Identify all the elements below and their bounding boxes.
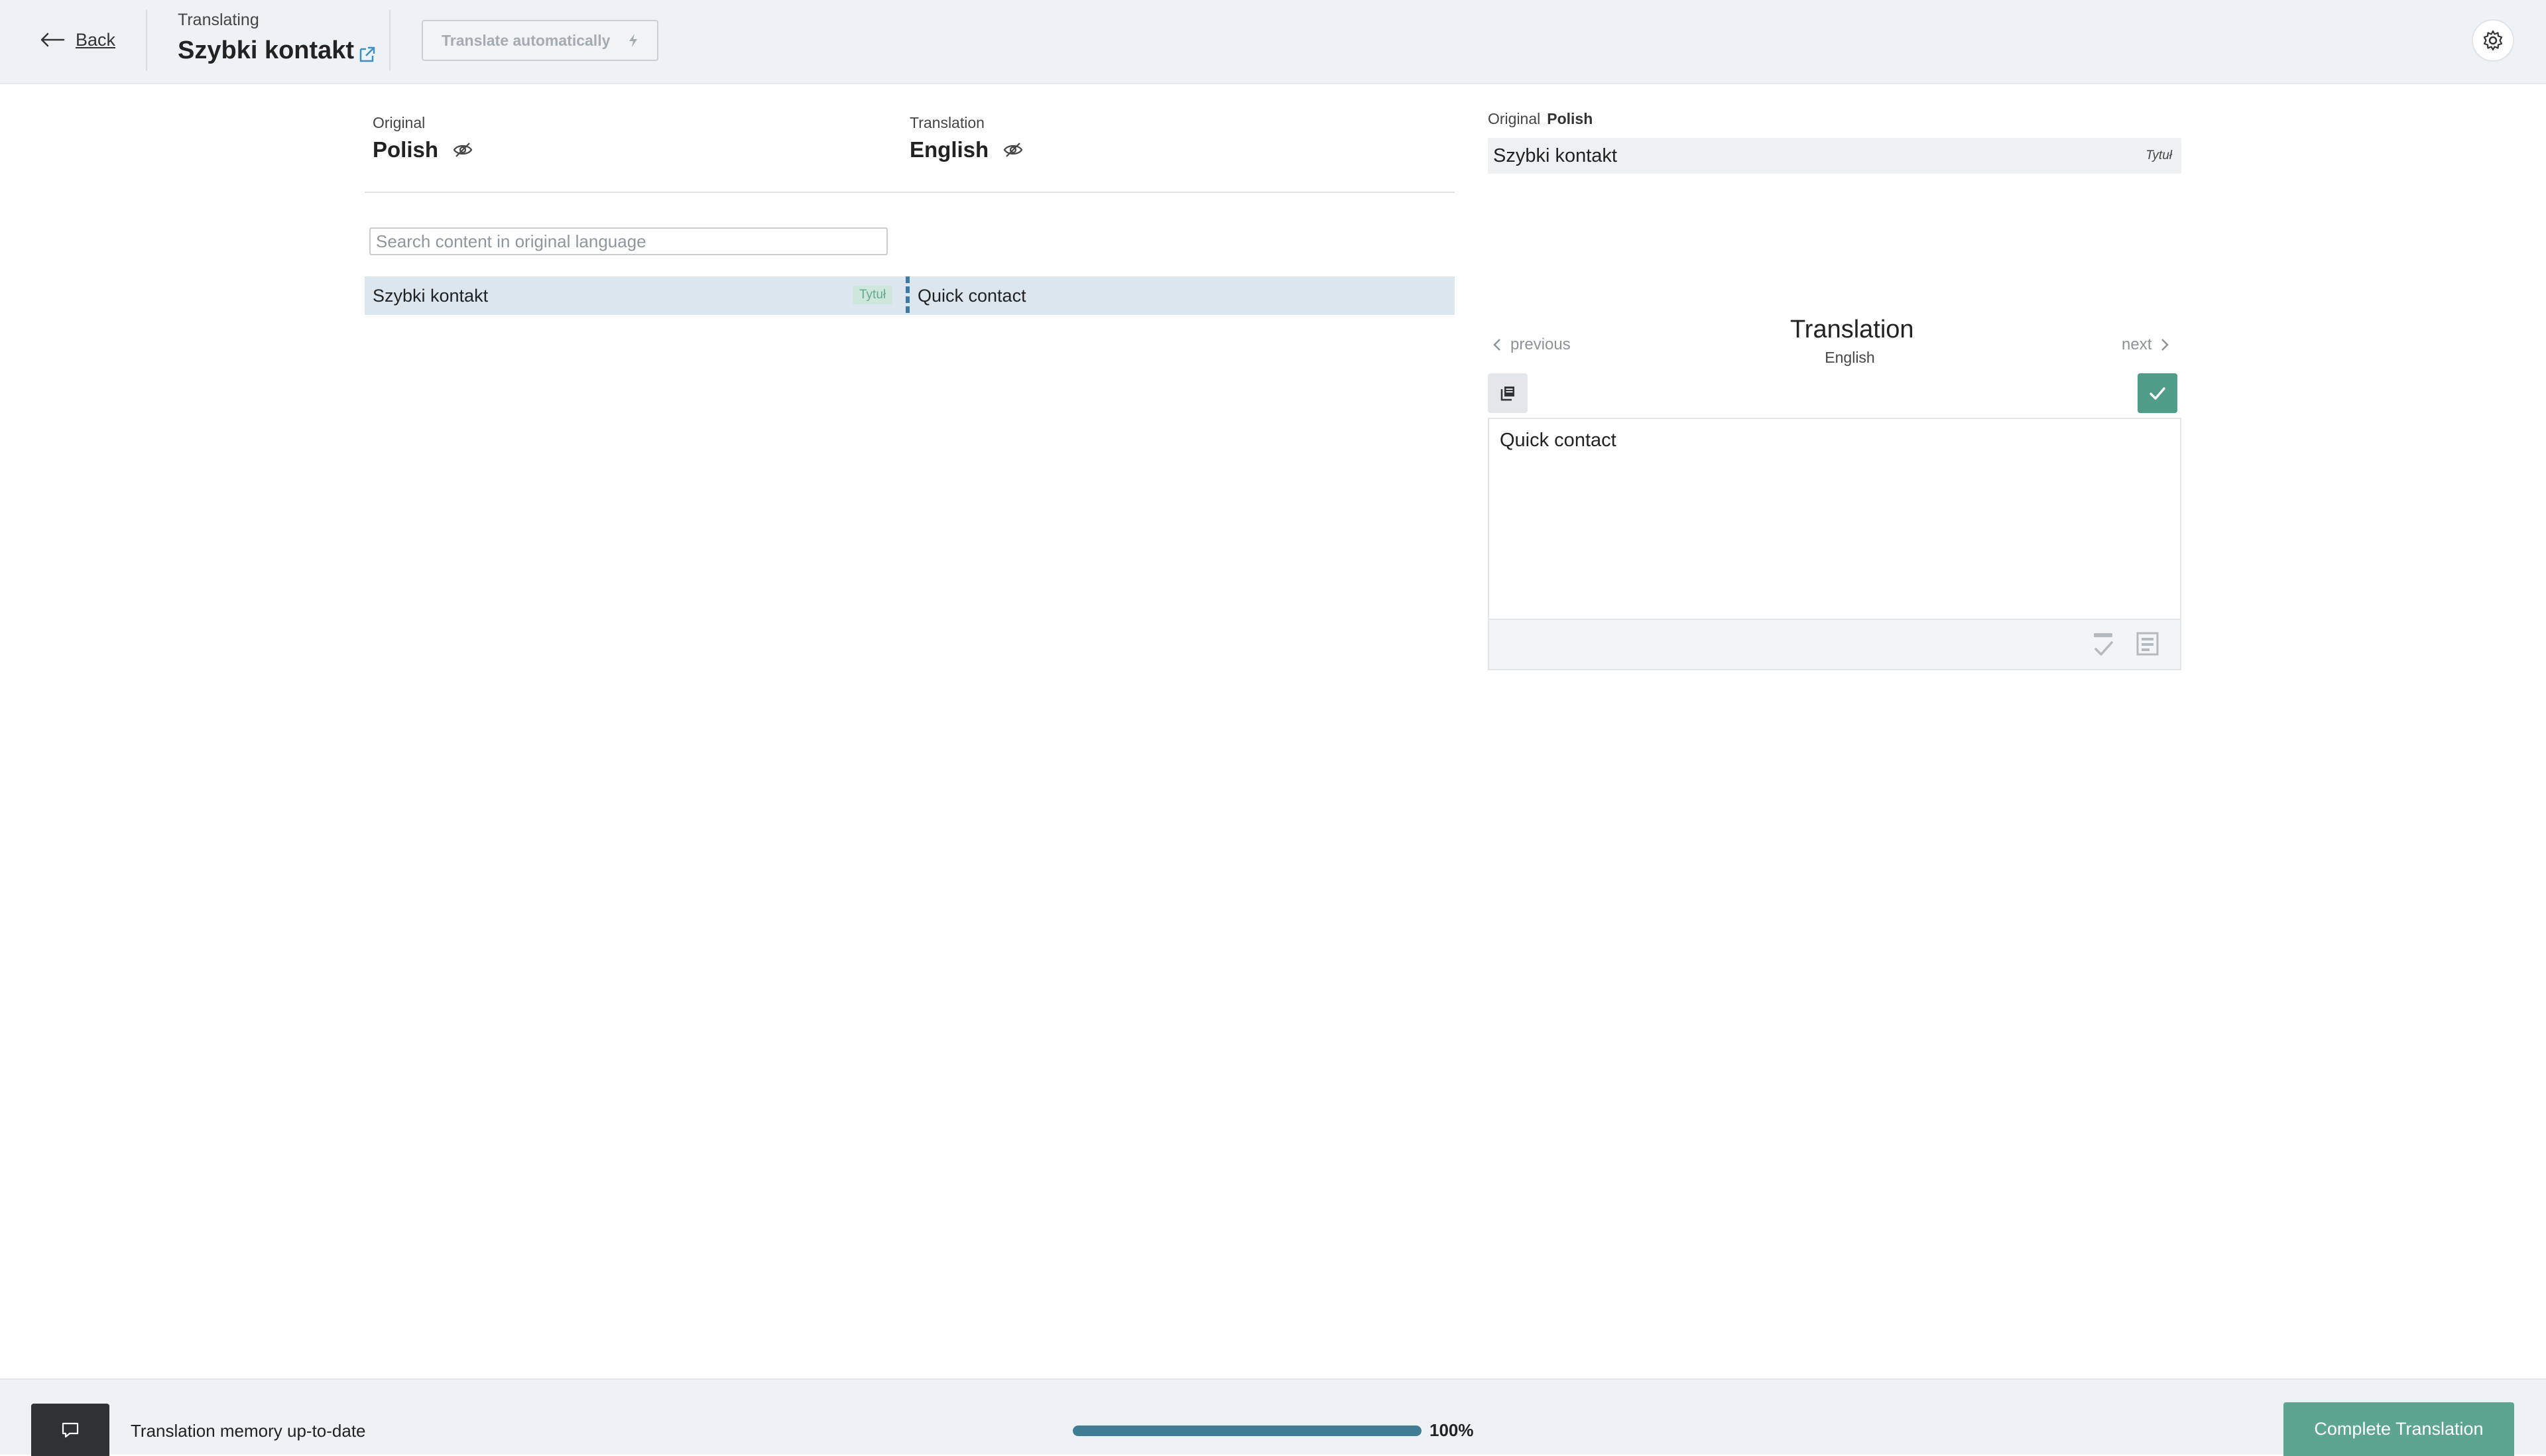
original-language: Polish (373, 137, 473, 162)
editor-title: Translation (1790, 316, 1914, 343)
divider (146, 10, 147, 71)
spellcheck-icon[interactable] (2090, 629, 2116, 660)
copy-original-button[interactable] (1488, 373, 1528, 413)
translation-language: English (910, 137, 1023, 162)
progress-fill (1073, 1426, 1422, 1436)
page-title-text: Szybki kontakt (178, 36, 355, 64)
original-language-header: Original Polish (373, 114, 473, 162)
memory-status: Translation memory up-to-date (131, 1421, 366, 1441)
accept-translation-button[interactable] (2138, 373, 2177, 413)
back-label: Back (76, 29, 116, 50)
lightning-icon (629, 34, 637, 47)
arrow-left-icon (40, 32, 65, 47)
document-title-block: Translating Szybki kontakt (178, 11, 377, 65)
translation-label: Translation (910, 114, 985, 131)
chevron-right-icon (2161, 339, 2169, 351)
copy-icon (1500, 387, 1514, 401)
page-title: Szybki kontakt (178, 36, 377, 65)
back-button[interactable]: Back (40, 27, 115, 53)
original-source-header: Original Polish (1488, 110, 1593, 128)
row-original-text: Szybki kontakt (373, 286, 489, 306)
complete-translation-button[interactable]: Complete Translation (2283, 1402, 2514, 1456)
original-language-name: Polish (373, 137, 439, 162)
translate-automatically-label: Translate automatically (442, 31, 611, 49)
editor-language: English (1825, 349, 1875, 366)
external-link-icon[interactable] (358, 45, 377, 64)
top-bar: Back Translating Szybki kontakt Translat… (0, 0, 2546, 84)
translate-automatically-button[interactable]: Translate automatically (422, 20, 658, 61)
original-source-language: Polish (1547, 110, 1593, 127)
original-source-label: Original (1488, 110, 1541, 127)
field-type-badge: Tytuł (853, 286, 893, 304)
comments-button[interactable] (31, 1404, 109, 1456)
translation-language-header: Translation English (910, 114, 1023, 162)
comment-icon (62, 1422, 79, 1437)
translation-editor[interactable]: Quick contact (1488, 418, 2181, 619)
progress-percentage: 100% (1429, 1420, 1474, 1440)
complete-translation-label: Complete Translation (2314, 1419, 2484, 1439)
row-divider (906, 276, 910, 315)
translating-label: Translating (178, 11, 259, 29)
eye-off-icon[interactable] (453, 142, 473, 158)
checkmark-icon (2150, 387, 2165, 400)
table-row[interactable]: Szybki kontakt Tytuł Quick contact (365, 276, 1455, 315)
chevron-left-icon (1493, 339, 1500, 351)
gear-icon (2483, 30, 2503, 51)
progress-bar (1073, 1426, 1422, 1436)
original-source-text: Szybki kontakt (1493, 145, 1617, 166)
translation-language-name: English (910, 137, 989, 162)
original-source-tag: Tytuł (2146, 149, 2172, 162)
next-button[interactable]: next (2122, 333, 2170, 357)
status-bar: Translation memory up-to-date 100% Compl… (0, 1378, 2546, 1456)
editor-toolbar (1488, 619, 2181, 670)
row-translation-text: Quick contact (918, 286, 1026, 306)
original-source-box: Szybki kontakt Tytuł (1488, 138, 2181, 174)
eye-off-icon[interactable] (1003, 142, 1023, 158)
previous-label: previous (1510, 335, 1571, 353)
original-label: Original (373, 114, 426, 131)
next-label: next (2122, 335, 2152, 353)
divider (389, 10, 391, 71)
previous-button[interactable]: previous (1492, 333, 1571, 357)
search-input[interactable] (369, 227, 888, 255)
divider (365, 192, 1455, 193)
format-icon[interactable] (2136, 631, 2159, 657)
settings-button[interactable] (2472, 19, 2514, 62)
